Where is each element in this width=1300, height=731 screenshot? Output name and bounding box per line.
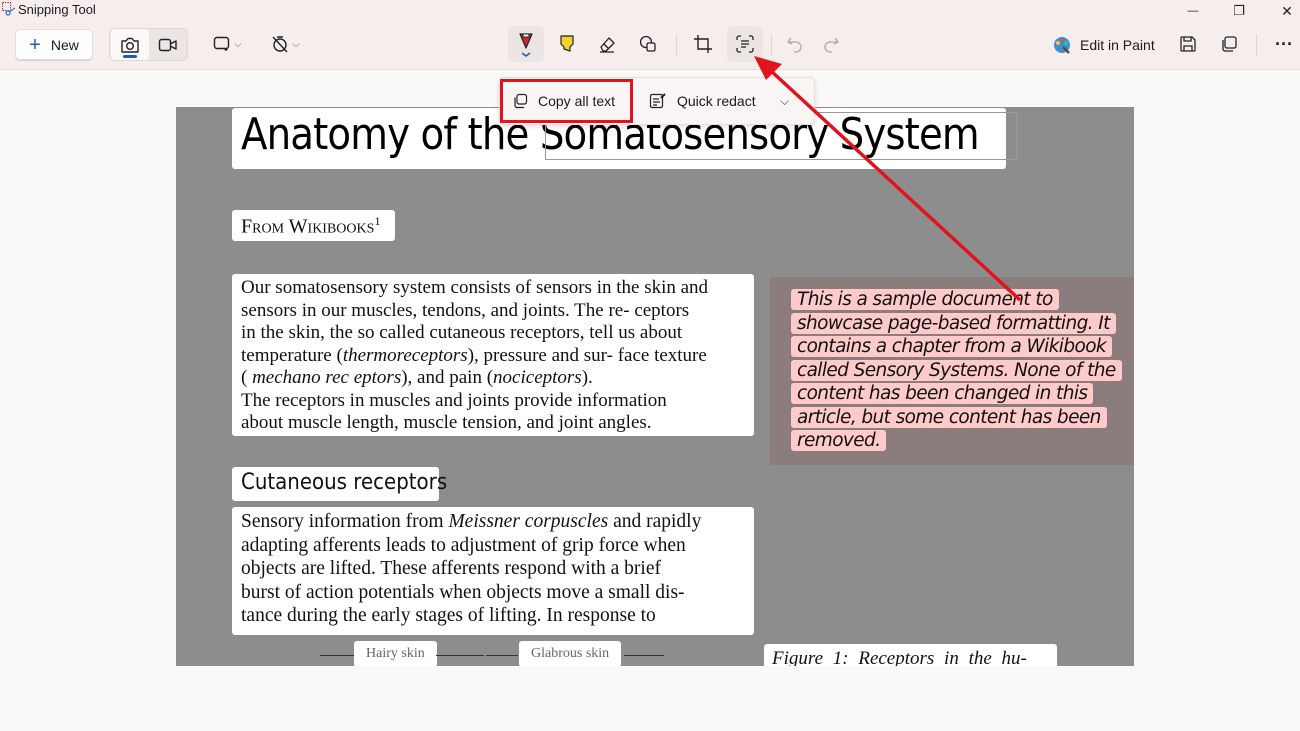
toolbar-divider: [676, 34, 677, 56]
screenshot-mode-button[interactable]: [111, 29, 149, 60]
shapes-tool-button[interactable]: [631, 26, 665, 62]
edit-in-paint-label: Edit in Paint: [1080, 37, 1155, 53]
quick-redact-icon: [649, 93, 666, 109]
chevron-down-icon: ⌵: [292, 38, 300, 49]
save-button[interactable]: [1172, 26, 1204, 62]
title-bar: Snipping Tool — ❐ ✕: [0, 0, 1300, 22]
annotation-highlight-box: [500, 79, 633, 123]
plus-icon: +: [29, 33, 41, 56]
video-mode-button[interactable]: [149, 29, 187, 60]
text-line: sensors in our muscles, tendons, and joi…: [241, 299, 690, 321]
document-subtitle: From Wikibooks1: [241, 214, 380, 239]
text-actions-button[interactable]: [727, 26, 763, 62]
minimize-button[interactable]: —: [1170, 0, 1216, 22]
delay-timer-dropdown[interactable]: ⌵: [264, 26, 306, 62]
eraser-icon: [600, 37, 615, 53]
text-actions-icon: [736, 35, 754, 53]
figure-arrow: [624, 655, 664, 656]
figure-caption: Figure 1: Receptors in the hu-: [772, 648, 1027, 666]
figure-arrow: [436, 655, 484, 656]
new-button[interactable]: + New: [15, 29, 93, 60]
toolbar-divider: [1256, 34, 1257, 56]
copy-icon: [1222, 36, 1237, 52]
quick-redact-options-button[interactable]: ⌵: [780, 78, 789, 124]
subtitle-text: From Wikibooks: [241, 215, 375, 238]
restore-icon: ❐: [1233, 3, 1245, 18]
no-delay-timer-icon: [272, 36, 288, 53]
restore-button[interactable]: ❐: [1216, 0, 1262, 22]
text-line: tance during the early stages of lifting…: [241, 605, 656, 626]
quick-redact-label: Quick redact: [677, 93, 756, 109]
chevron-down-icon: ⌵: [234, 38, 242, 49]
undo-button[interactable]: [779, 26, 811, 62]
pen-tool-button[interactable]: [508, 26, 544, 62]
undo-icon: [787, 37, 802, 53]
close-icon: ✕: [1281, 2, 1293, 19]
text-line: content has been changed in this: [791, 382, 1122, 406]
figure-label-hairy-skin: Hairy skin: [354, 641, 437, 666]
text-line: objects are lifted. These afferents resp…: [241, 558, 661, 579]
text-line: about muscle length, muscle tension, and…: [241, 412, 652, 433]
text-line: burst of action potentials when objects …: [241, 581, 685, 603]
highlighter-icon: [560, 35, 574, 52]
text-line: adapting afferents leads to adjustment o…: [241, 534, 686, 556]
save-icon: [1180, 36, 1196, 52]
rectangle-snip-icon: [213, 36, 229, 51]
paragraph-1: Our somatosensory system consists of sen…: [241, 277, 708, 435]
figure-label-glabrous-skin: Glabrous skin: [519, 641, 622, 666]
figure-arrow: [486, 655, 518, 656]
quick-redact-button[interactable]: Quick redact: [649, 78, 756, 124]
toolbar-divider: [771, 34, 772, 56]
video-icon: [158, 38, 177, 51]
crop-icon: [694, 35, 712, 53]
eraser-tool-button[interactable]: [590, 26, 624, 62]
edit-in-paint-button[interactable]: Edit in Paint: [1052, 32, 1155, 58]
text-line: temperature (thermoreceptors), pressure …: [241, 344, 707, 366]
screenshot-canvas[interactable]: Anatomy of the Somatosensory System From…: [176, 107, 1134, 666]
text-line: article, but some content has been: [791, 406, 1122, 430]
more-icon: ···: [1275, 33, 1293, 54]
pen-icon: [519, 33, 533, 57]
app-title: Snipping Tool: [18, 2, 96, 17]
minimize-icon: —: [1187, 5, 1199, 17]
redo-button[interactable]: [815, 26, 847, 62]
text-line: in the skin, the so called cutaneous rec…: [241, 322, 683, 343]
figure-arrow: [320, 655, 356, 656]
text-line: called Sensory Systems. None of the: [791, 359, 1122, 383]
crop-tool-button[interactable]: [686, 26, 720, 62]
text-line: This is a sample document to: [791, 288, 1122, 312]
capture-mode-toggle: [109, 28, 188, 61]
snipping-tool-logo-icon: [2, 2, 16, 16]
copy-button[interactable]: [1213, 26, 1245, 62]
text-line: Our somatosensory system consists of sen…: [241, 277, 709, 298]
shapes-icon: [639, 35, 656, 52]
snip-shape-dropdown[interactable]: ⌵: [206, 26, 248, 62]
toolbar: + New ⌵ ⌵ Edit in Paint ···: [0, 22, 1300, 70]
new-button-label: New: [50, 36, 79, 53]
text-line: ( mechano rec eptors), and pain (nocicep…: [241, 367, 593, 388]
text-line: Sensory information from Meissner corpus…: [241, 511, 702, 532]
text-line: removed.: [791, 429, 1122, 453]
highlighter-tool-button[interactable]: [550, 26, 584, 62]
text-line: The receptors in muscles and joints prov…: [241, 389, 667, 411]
paint-logo-icon: [1054, 37, 1070, 54]
more-options-button[interactable]: ···: [1268, 26, 1300, 62]
paragraph-2: Sensory information from Meissner corpus…: [241, 510, 701, 628]
section-heading: Cutaneous receptors: [241, 470, 448, 495]
redo-icon: [824, 37, 839, 53]
text-line: showcase page-based formatting. It: [791, 312, 1122, 336]
close-button[interactable]: ✕: [1264, 0, 1300, 22]
footnote-marker: 1: [374, 214, 381, 228]
sample-document-note: This is a sample document to showcase pag…: [791, 288, 1122, 453]
text-line: contains a chapter from a Wikibook: [791, 335, 1122, 359]
figure-labels: Hairy skin Glabrous skin: [316, 641, 676, 666]
camera-icon: [121, 37, 139, 53]
chevron-down-icon: ⌵: [780, 93, 790, 108]
